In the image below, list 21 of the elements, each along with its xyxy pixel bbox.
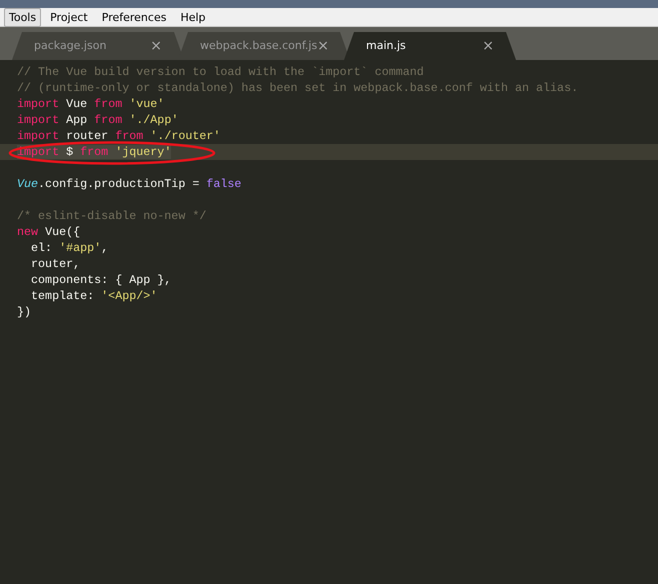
code-line: import router from './router' (17, 129, 220, 143)
code-line: // (runtime-only or standalone) has been set in webpack.base.conf with an alias. (17, 81, 578, 95)
code-line: router, (30, 257, 80, 271)
close-icon[interactable]: × (150, 36, 162, 56)
menu-item[interactable]: Tools (4, 8, 42, 26)
code-line: /* eslint-disable no-new */ (17, 209, 206, 223)
menu-item[interactable]: Preferences (96, 8, 172, 26)
code-line: components: { App }, (30, 273, 172, 287)
close-icon[interactable]: × (317, 36, 329, 56)
code-line: template: '<App/>' (30, 289, 158, 303)
code-line: Vue.config.productionTip = false (17, 177, 242, 191)
code-line: // The Vue build version to load with the `import` command (17, 65, 424, 79)
menu-item[interactable]: Help (175, 8, 211, 26)
close-icon[interactable]: × (482, 36, 494, 56)
code-line: import Vue from 'vue' (17, 97, 164, 111)
menu-item[interactable]: Project (45, 8, 93, 26)
code-line: new Vue({ (17, 225, 80, 239)
code-line: el: '#app', (30, 241, 108, 255)
tab[interactable]: main.js × (344, 32, 516, 60)
code-line: import App from './App' (17, 113, 178, 127)
code-line: }) (17, 305, 32, 319)
